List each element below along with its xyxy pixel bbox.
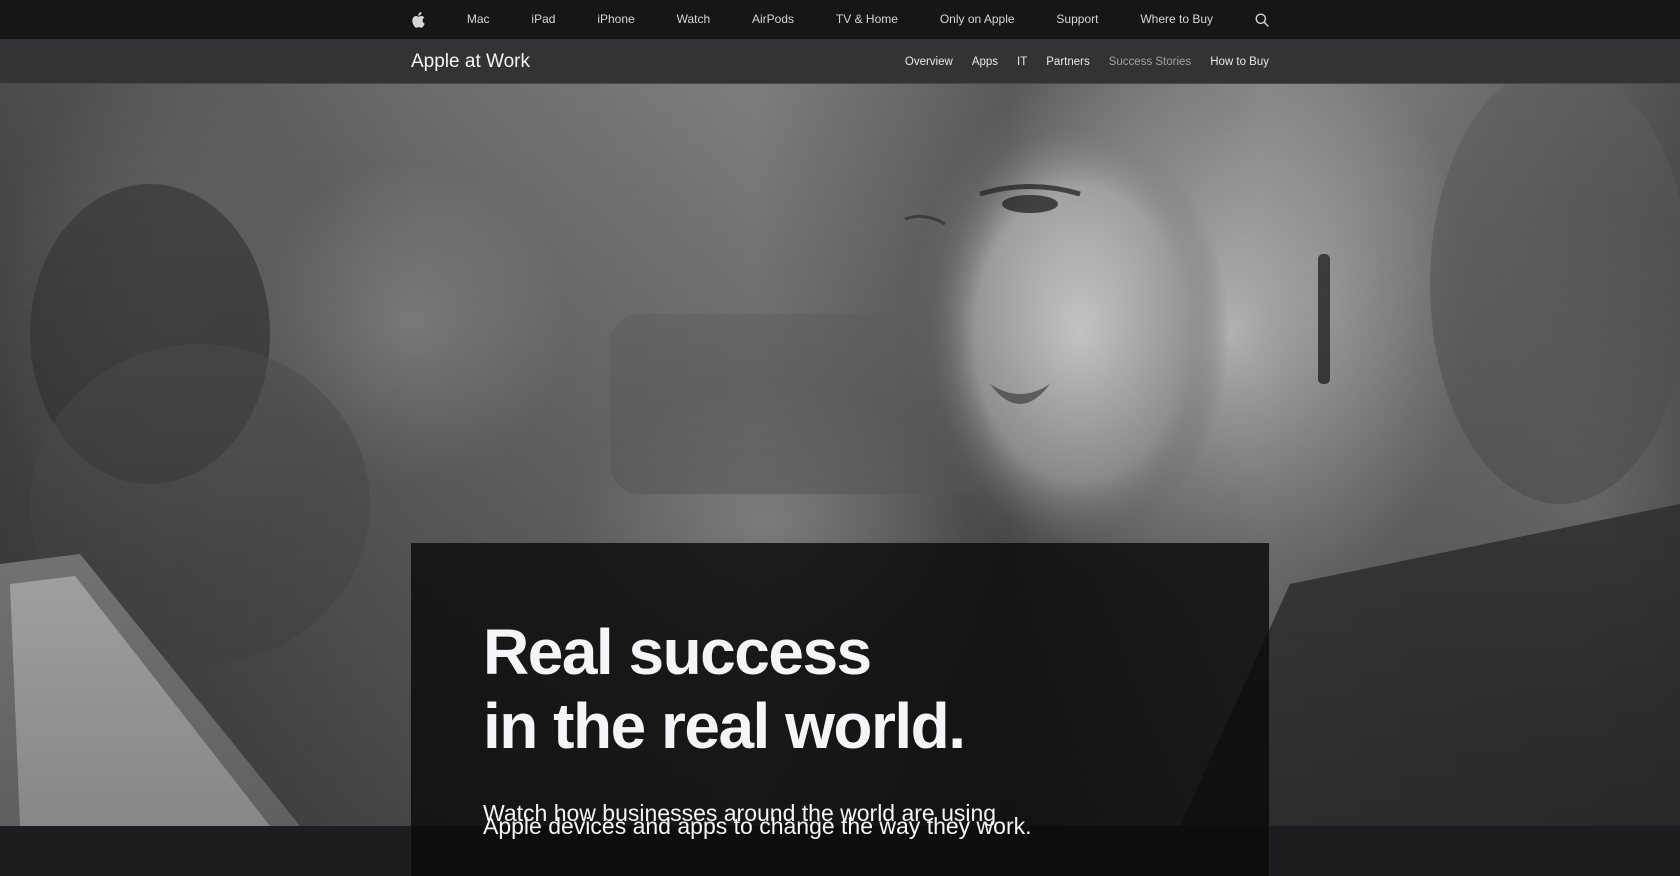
hero-text-panel: Real success in the real world. Watch ho…: [411, 543, 1269, 826]
hero-section: Real success in the real world. Watch ho…: [0, 84, 1680, 826]
hero-headline-line1: Real success: [483, 616, 872, 688]
globalnav-only-on-apple[interactable]: Only on Apple: [940, 0, 1015, 39]
globalnav-ipad[interactable]: iPad: [531, 0, 555, 39]
apple-logo-icon[interactable]: [411, 0, 425, 39]
globalnav-airpods[interactable]: AirPods: [752, 0, 794, 39]
globalnav-support[interactable]: Support: [1056, 0, 1098, 39]
globalnav-iphone[interactable]: iPhone: [597, 0, 634, 39]
hero-subhead-line2-wrap: Apple devices and apps to change the way…: [483, 810, 1032, 842]
globalnav-tv-home[interactable]: TV & Home: [836, 0, 898, 39]
global-nav: Mac iPad iPhone Watch AirPods TV & Home …: [0, 0, 1680, 39]
hero-subhead-line2: Apple devices and apps to change the way…: [483, 813, 1032, 839]
globalnav-mac[interactable]: Mac: [467, 0, 490, 39]
search-icon[interactable]: [1255, 0, 1269, 39]
globalnav-watch[interactable]: Watch: [677, 0, 711, 39]
localnav-success-stories[interactable]: Success Stories: [1109, 56, 1191, 68]
localnav-menu: Overview Apps IT Partners Success Storie…: [905, 39, 1269, 84]
hero-headline-line2: in the real world.: [483, 690, 966, 762]
below-hero-band: Apple devices and apps to change the way…: [0, 813, 1680, 876]
hero-headline: Real success in the real world.: [483, 615, 1183, 763]
localnav-overview[interactable]: Overview: [905, 56, 953, 68]
global-nav-list: Mac iPad iPhone Watch AirPods TV & Home …: [411, 0, 1269, 39]
local-nav: Apple at Work Overview Apps IT Partners …: [0, 39, 1680, 84]
localnav-how-to-buy[interactable]: How to Buy: [1210, 56, 1269, 68]
localnav-it[interactable]: IT: [1017, 56, 1027, 68]
hero-text-panel-extension: Apple devices and apps to change the way…: [411, 813, 1269, 876]
localnav-title[interactable]: Apple at Work: [411, 39, 530, 84]
globalnav-where-to-buy[interactable]: Where to Buy: [1140, 0, 1213, 39]
localnav-apps[interactable]: Apps: [972, 56, 998, 68]
localnav-partners[interactable]: Partners: [1046, 56, 1089, 68]
